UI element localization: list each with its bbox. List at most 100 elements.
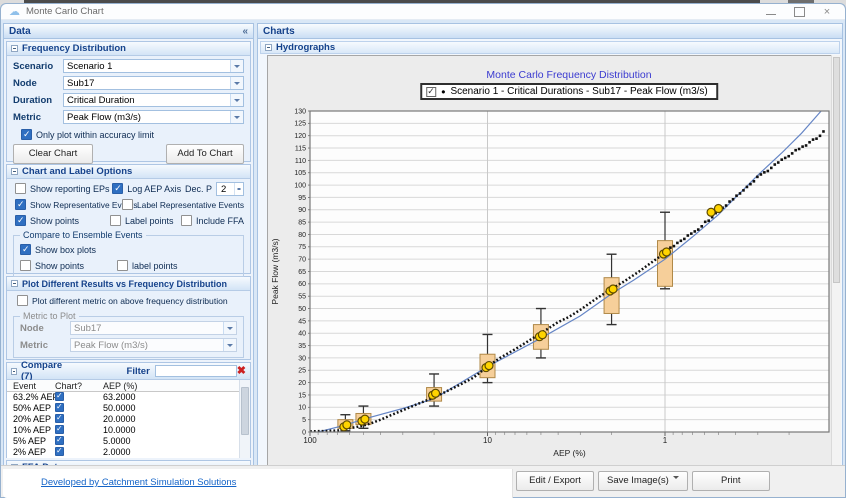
compare-section: Compare (7) Filter ✖ Event Chart? AEP (%… (6, 362, 251, 458)
data-panel: Data « Frequency Distribution Scenario S… (3, 23, 254, 472)
accuracy-limit-checkbox[interactable] (21, 129, 32, 140)
chart-checkbox[interactable] (55, 403, 64, 412)
table-row[interactable]: 20% AEP20.0000 (7, 414, 250, 425)
chart-checkbox[interactable] (55, 392, 64, 401)
compare-header[interactable]: Compare (7) Filter ✖ (7, 363, 250, 380)
event-cell: 50% AEP (7, 403, 55, 413)
svg-text:100: 100 (294, 182, 306, 189)
chart-label-options-header[interactable]: Chart and Label Options (7, 165, 250, 179)
aep-cell: 10.0000 (103, 425, 250, 435)
plot-node-select: Sub17 (70, 321, 237, 335)
plot-different-results-header[interactable]: Plot Different Results vs Frequency Dist… (7, 277, 250, 291)
col-event[interactable]: Event (7, 381, 55, 391)
compare-table: Event Chart? AEP (%) 63.2% AEP63.2000 50… (7, 380, 250, 458)
svg-text:40: 40 (298, 331, 306, 338)
collapse-section-icon[interactable] (11, 368, 17, 375)
aep-cell: 20.0000 (103, 414, 250, 424)
chevron-down-icon (230, 94, 243, 106)
plot-metric-select: Peak Flow (m3/s) (70, 338, 237, 352)
scrollbar-thumb[interactable] (833, 57, 840, 283)
ensemble-show-points-checkbox[interactable] (20, 260, 31, 271)
collapse-panel-icon[interactable]: « (242, 26, 248, 37)
chevron-down-icon (223, 339, 236, 351)
scenario-select[interactable]: Scenario 1 (63, 59, 244, 73)
dec-p-spinner[interactable]: 2 (216, 182, 244, 196)
svg-text:120: 120 (294, 133, 306, 140)
charts-panel: Charts Hydrographs Monte Carlo Frequency… (257, 23, 843, 470)
frequency-distribution-header[interactable]: Frequency Distribution (7, 42, 250, 56)
chart-label-options-section: Chart and Label Options Show reporting E… (6, 164, 251, 274)
table-row[interactable]: 2% AEP 2.0000 (7, 447, 250, 458)
show-representative-events-checkbox[interactable] (15, 199, 26, 210)
ensemble-label-points-checkbox[interactable] (117, 260, 128, 271)
edit-export-button[interactable]: Edit / Export (516, 471, 594, 491)
maximize-button[interactable] (793, 7, 805, 17)
col-aep[interactable]: AEP (%) (103, 381, 250, 391)
chevron-down-icon (230, 111, 243, 123)
aep-cell: 2.0000 (103, 447, 250, 457)
event-cell: 10% AEP (7, 425, 55, 435)
svg-text:90: 90 (298, 207, 306, 214)
duration-select[interactable]: Critical Duration (63, 93, 244, 107)
collapse-section-icon[interactable] (265, 44, 272, 51)
col-chart[interactable]: Chart? (55, 381, 103, 391)
chart-plot-area[interactable]: 0510152025303540455055606570758085909510… (268, 56, 833, 467)
show-reporting-eps-checkbox[interactable] (15, 183, 26, 194)
show-box-plots-checkbox[interactable] (20, 244, 31, 255)
table-row[interactable]: 50% AEP 50.0000 (7, 403, 250, 414)
event-cell: 2% AEP (7, 447, 55, 457)
spinner-arrows-icon[interactable] (234, 183, 243, 195)
show-points-checkbox[interactable] (15, 215, 26, 226)
add-to-chart-button[interactable]: Add To Chart (166, 144, 244, 164)
svg-text:45: 45 (298, 318, 306, 325)
clear-chart-button[interactable]: Clear Chart (13, 144, 93, 164)
node-select[interactable]: Sub17 (63, 76, 244, 90)
svg-text:85: 85 (298, 220, 306, 227)
svg-text:110: 110 (295, 158, 306, 165)
chart-checkbox[interactable] (55, 425, 64, 434)
show-points-label: Show points (30, 216, 79, 226)
chart-checkbox[interactable] (55, 436, 64, 445)
title-bar[interactable]: ☁ Monte Carlo Chart × (1, 4, 845, 20)
clear-filter-icon[interactable]: ✖ (237, 366, 246, 377)
minimize-button[interactable] (765, 7, 777, 17)
table-row[interactable]: 5% AEP5.0000 (7, 436, 250, 447)
footer-panel: Developed by Catchment Simulation Soluti… (3, 469, 513, 498)
ensemble-events-group: Compare to Ensemble Events Show box plot… (13, 235, 244, 277)
collapse-section-icon[interactable] (11, 45, 18, 52)
print-button[interactable]: Print (692, 471, 770, 491)
ensemble-events-group-title: Compare to Ensemble Events (20, 230, 146, 240)
metric-select[interactable]: Peak Flow (m3/s) (63, 110, 244, 124)
save-images-button[interactable]: Save Image(s) (598, 471, 688, 491)
aep-cell: 50.0000 (103, 403, 250, 413)
close-button[interactable]: × (821, 7, 833, 17)
label-representative-events-checkbox[interactable] (122, 199, 133, 210)
event-cell: 63.2% AEP (7, 392, 55, 402)
hydrographs-header[interactable]: Hydrographs (260, 41, 840, 54)
table-row[interactable]: 10% AEP 10.0000 (7, 425, 250, 436)
svg-text:95: 95 (298, 195, 306, 202)
log-aep-axis-checkbox[interactable] (112, 183, 123, 194)
save-images-label: Save Image(s) (607, 475, 669, 486)
charts-scrollbar[interactable] (831, 55, 841, 466)
compare-table-scrollbar[interactable] (239, 380, 250, 458)
label-points-checkbox[interactable] (110, 215, 121, 226)
plot-different-metric-checkbox[interactable] (17, 295, 28, 306)
collapse-section-icon[interactable] (11, 280, 18, 287)
plot-different-results-title: Plot Different Results vs Frequency Dist… (22, 279, 227, 289)
chart-checkbox[interactable] (55, 414, 64, 423)
legend-checkbox[interactable] (426, 87, 436, 97)
table-row[interactable]: 63.2% AEP63.2000 (7, 392, 250, 403)
filter-input[interactable] (155, 365, 237, 377)
collapse-section-icon[interactable] (11, 168, 18, 175)
monte-carlo-chart-window: ☁ Monte Carlo Chart × Data « Frequency D… (0, 3, 846, 498)
accuracy-limit-label: Only plot within accuracy limit (36, 130, 154, 140)
developer-link[interactable]: Developed by Catchment Simulation Soluti… (41, 477, 236, 488)
duration-value: Critical Duration (67, 95, 135, 106)
scrollbar-thumb[interactable] (241, 387, 249, 435)
metric-to-plot-group: Metric to Plot Node Sub17 Metric Peak Fl… (13, 316, 244, 358)
label-points-label: Label points (125, 216, 174, 226)
data-panel-header: Data « (4, 24, 253, 39)
include-ffa-checkbox[interactable] (181, 215, 192, 226)
chart-checkbox[interactable] (55, 447, 64, 456)
